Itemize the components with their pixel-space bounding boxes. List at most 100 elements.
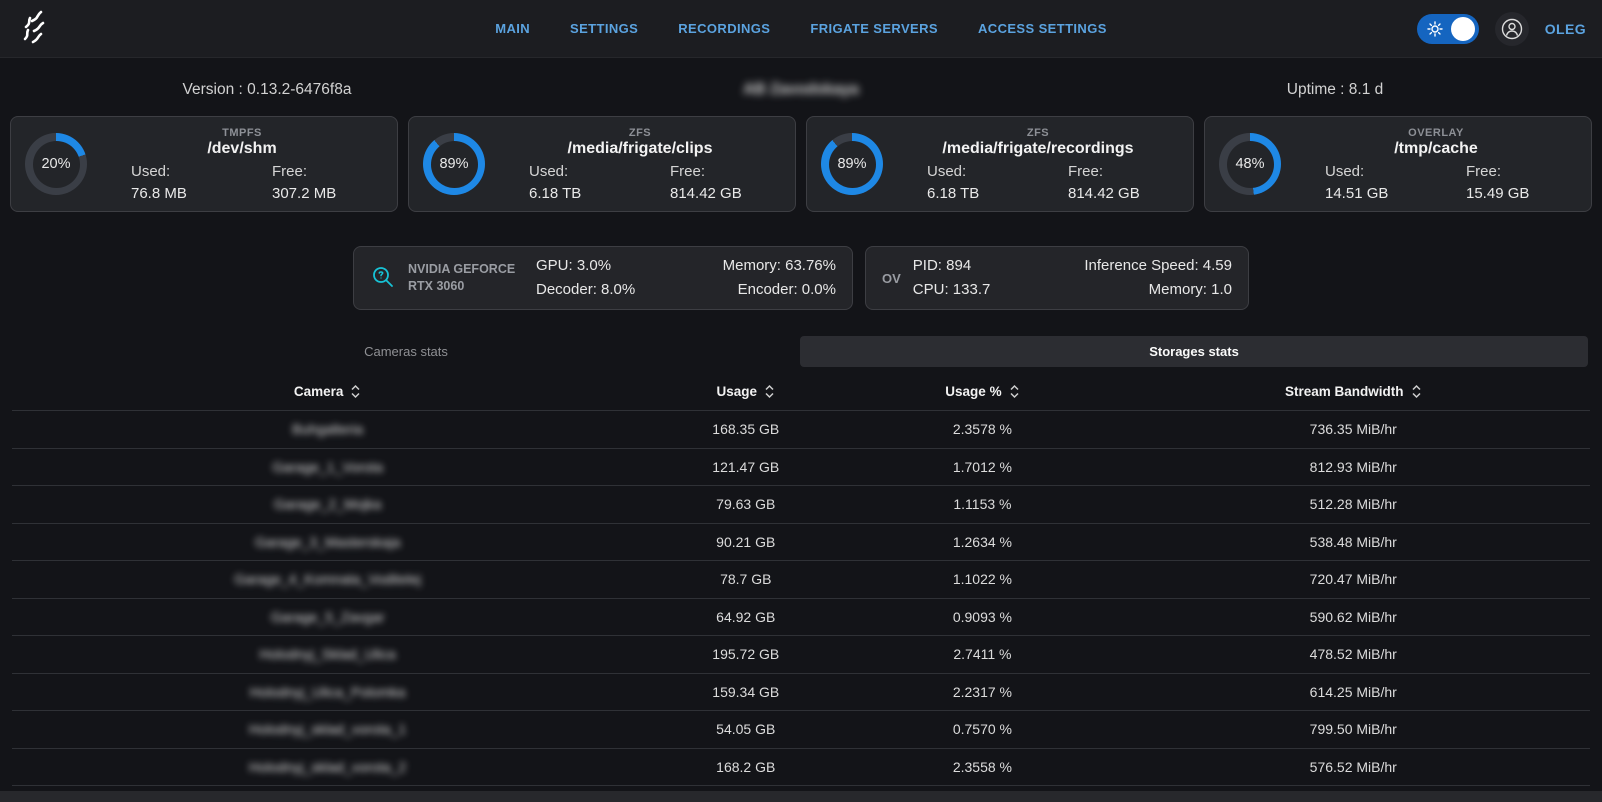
uptime-label: Uptime : 8.1 d [1068,81,1602,99]
storage-type-label: TMPFS [101,127,383,139]
storage-card-tmpfs: 20% TMPFS /dev/shm Used: 76.8 MB Free: 3… [10,116,398,212]
column-header-usage[interactable]: Usage [643,383,848,400]
donut-percent-label: 20% [41,156,70,172]
detector-inference-speed: Inference Speed: 4.59 [1084,254,1232,278]
cell-usage: 78.7 GB [643,571,848,587]
bottom-scroll-strip[interactable] [0,791,1602,802]
gpu-card: NVIDIA GEFORCE RTX 3060 GPU: 3.0% Decode… [353,246,853,310]
storage-card-recordings: 89% ZFS /media/frigate/recordings Used: … [806,116,1194,212]
used-label: Used: [529,163,640,180]
cell-usage-pct: 2.3578 % [848,421,1116,437]
cell-usage: 54.05 GB [643,721,848,737]
cell-usage: 90.21 GB [643,534,848,550]
column-header-camera[interactable]: Camera [12,383,643,400]
usage-donut: 20% [25,133,87,195]
table-row: Garage_2_Mojka 79.63 GB 1.1153 % 512.28 … [12,485,1590,523]
free-value: 814.42 GB [1068,185,1179,202]
usage-donut: 48% [1219,133,1281,195]
detector-name-label: OV [882,271,901,286]
cell-bandwidth: 812.93 MiB/hr [1117,459,1590,475]
person-icon [1499,16,1525,42]
nav-main[interactable]: MAIN [495,21,530,36]
table-row: Holodnyj_sklad_vorota_1 54.05 GB 0.7570 … [12,710,1590,748]
table-body: Buhgalteria 168.35 GB 2.3578 % 736.35 Mi… [0,410,1602,785]
gpu-name-label: NVIDIA GEFORCE RTX 3060 [408,261,524,296]
frigate-logo-icon [16,9,56,49]
table-row: Holodnyj_Ulica_Polomka 159.34 GB 2.2317 … [12,673,1590,711]
cell-bandwidth: 590.62 MiB/hr [1117,609,1590,625]
donut-percent-label: 89% [837,156,866,172]
topbar: MAIN SETTINGS RECORDINGS FRIGATE SERVERS… [0,0,1602,58]
cell-usage: 168.35 GB [643,421,848,437]
cell-camera: Garage_4_Komnata_Voditelej [12,571,643,587]
nav-access-settings[interactable]: ACCESS SETTINGS [978,21,1107,36]
cell-camera: Holodnyj_Sklad_Ulica [12,646,643,662]
donut-percent-label: 89% [439,156,468,172]
used-label: Used: [1325,163,1436,180]
column-label: Usage % [945,384,1001,399]
table-row: Garage_5_Zavgar 64.92 GB 0.9093 % 590.62… [12,598,1590,636]
cell-camera: Holodnyj_sklad_vorota_1 [12,721,643,737]
cell-usage-pct: 0.9093 % [848,609,1116,625]
nav-settings[interactable]: SETTINGS [570,21,638,36]
table-row: Buhgalteria 168.35 GB 2.3578 % 736.35 Mi… [12,410,1590,448]
free-label: Free: [670,163,781,180]
gpu-decoder: Decoder: 8.0% [536,278,635,302]
usage-donut: 89% [821,133,883,195]
used-label: Used: [131,163,242,180]
used-value: 14.51 GB [1325,185,1436,202]
used-value: 6.18 TB [529,185,640,202]
table-row: Holodnyj_sklad_vorota_2 168.2 GB 2.3558 … [12,748,1590,786]
storage-card-cache: 48% OVERLAY /tmp/cache Used: 14.51 GB Fr… [1204,116,1592,212]
free-label: Free: [272,163,383,180]
detector-card: OV PID: 894 CPU: 133.7 Inference Speed: … [865,246,1249,310]
cell-camera: Garage_2_Mojka [12,496,643,512]
storage-path-label: /dev/shm [101,140,383,158]
cell-bandwidth: 736.35 MiB/hr [1117,421,1590,437]
detector-pid: PID: 894 [913,254,991,278]
gpu-encoder: Encoder: 0.0% [723,278,836,302]
free-value: 15.49 GB [1466,185,1577,202]
cell-usage: 64.92 GB [643,609,848,625]
cell-usage-pct: 1.7012 % [848,459,1116,475]
cell-bandwidth: 538.48 MiB/hr [1117,534,1590,550]
cell-camera: Holodnyj_sklad_vorota_2 [12,759,643,775]
storage-path-label: /media/frigate/clips [499,140,781,158]
cell-usage-pct: 2.7411 % [848,646,1116,662]
topbar-right: OLEG [1417,12,1586,46]
column-header-usage-pct[interactable]: Usage % [848,383,1116,400]
free-label: Free: [1068,163,1179,180]
stats-tabs: Cameras stats Storages stats [12,336,1588,367]
storage-card-clips: 89% ZFS /media/frigate/clips Used: 6.18 … [408,116,796,212]
cell-usage-pct: 1.2634 % [848,534,1116,550]
cell-usage-pct: 2.2317 % [848,684,1116,700]
storage-type-label: OVERLAY [1295,127,1577,139]
tab-cameras-stats[interactable]: Cameras stats [12,336,800,367]
table-end-divider [12,785,1590,786]
version-label: Version : 0.13.2-6476f8a [0,81,534,99]
tab-storages-stats[interactable]: Storages stats [800,336,1588,367]
storage-type-label: ZFS [499,127,781,139]
cell-usage: 159.34 GB [643,684,848,700]
used-value: 76.8 MB [131,185,242,202]
username-label[interactable]: OLEG [1545,21,1586,37]
cell-camera: Garage_3_Masterskaja [12,534,643,550]
usage-donut: 89% [423,133,485,195]
cell-usage-pct: 0.7570 % [848,721,1116,737]
nav-frigate-servers[interactable]: FRIGATE SERVERS [810,21,938,36]
column-header-bandwidth[interactable]: Stream Bandwidth [1117,383,1590,400]
cell-bandwidth: 512.28 MiB/hr [1117,496,1590,512]
column-label: Stream Bandwidth [1285,384,1404,399]
table-row: Garage_1_Vorota 121.47 GB 1.7012 % 812.9… [12,448,1590,486]
cell-bandwidth: 799.50 MiB/hr [1117,721,1590,737]
user-avatar[interactable] [1495,12,1529,46]
gpu-usage: GPU: 3.0% [536,254,635,278]
cell-usage: 121.47 GB [643,459,848,475]
sort-icon [1009,383,1020,400]
theme-toggle[interactable] [1417,14,1479,44]
cell-bandwidth: 478.52 MiB/hr [1117,646,1590,662]
table-row: Holodnyj_Sklad_Ulica 195.72 GB 2.7411 % … [12,635,1590,673]
cell-bandwidth: 576.52 MiB/hr [1117,759,1590,775]
nav-recordings[interactable]: RECORDINGS [678,21,770,36]
detector-memory: Memory: 1.0 [1084,278,1232,302]
